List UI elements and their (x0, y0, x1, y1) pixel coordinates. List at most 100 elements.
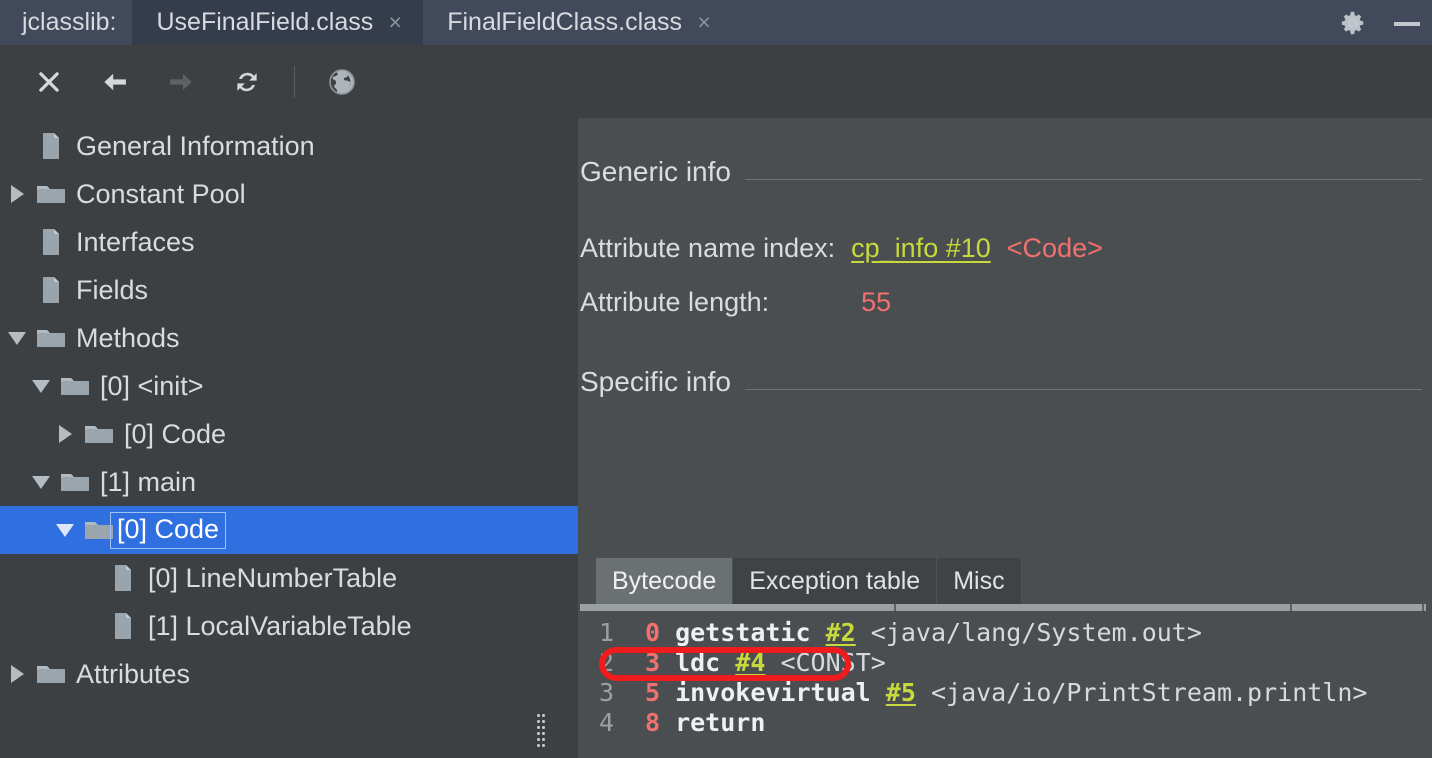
attribute-name-index-row: Attribute name index: cp_info #10 <Code> (580, 233, 1103, 264)
tree-node[interactable]: [0] <init> (0, 362, 578, 410)
bytecode-offset: 8 (644, 708, 660, 737)
scroll-mark (1422, 604, 1424, 611)
tree-node[interactable]: General Information (0, 122, 578, 170)
browse-globe-icon[interactable] (309, 54, 375, 110)
tree-node[interactable]: [0] LineNumberTable (0, 554, 578, 602)
chevron-right-icon[interactable] (48, 425, 82, 443)
tab-label: UseFinalField.class (156, 8, 374, 36)
cp-info-link[interactable]: cp_info #10 (851, 233, 991, 264)
attribute-name-index-label: Attribute name index: (580, 233, 836, 263)
bytecode-row[interactable]: 3 5 invokevirtual #5 <java/io/PrintStream… (578, 678, 1368, 708)
folder-icon (82, 422, 116, 446)
tree-node-label: [1] LocalVariableTable (148, 610, 412, 641)
specific-info-tab[interactable]: Bytecode (596, 558, 734, 604)
tree-node-label: [1] main (100, 466, 197, 497)
bytecode-row[interactable]: 1 0 getstatic #2 <java/lang/System.out> (578, 618, 1367, 648)
bytecode-scrollbar-thumb[interactable] (580, 604, 1426, 611)
attribute-length-label: Attribute length: (580, 287, 770, 317)
tree-node-label: Constant Pool (76, 178, 246, 209)
bytecode-mnemonic: getstatic (675, 618, 811, 647)
bytecode-line-number: 2 (598, 648, 614, 677)
specific-info-tab[interactable]: Misc (937, 558, 1022, 604)
tree-node[interactable]: Constant Pool (0, 170, 578, 218)
back-arrow-icon[interactable] (82, 54, 148, 110)
attribute-length-value: 55 (861, 287, 892, 317)
toolbar-separator (294, 65, 295, 98)
tab-close-icon[interactable]: × (696, 11, 712, 34)
splitter-handle[interactable] (537, 714, 547, 750)
tree-node[interactable]: Interfaces (0, 218, 578, 266)
bytecode-scrollbar[interactable] (578, 604, 1432, 612)
window-actions (1338, 0, 1432, 45)
close-icon[interactable] (16, 54, 82, 110)
file-icon (106, 564, 140, 592)
reload-icon[interactable] (214, 54, 280, 110)
scroll-mark (894, 604, 896, 611)
chevron-down-icon[interactable] (24, 475, 58, 489)
file-icon (34, 228, 68, 256)
tree-node[interactable]: Fields (0, 266, 578, 314)
tree-node-label: Fields (76, 274, 149, 305)
tree-node[interactable]: [1] LocalVariableTable (0, 602, 578, 650)
tree-node-label: [0] Code (124, 418, 227, 449)
gear-icon[interactable] (1338, 8, 1368, 38)
generic-info-section-header: Generic info (580, 156, 1428, 188)
tab-finalfieldclass-class[interactable]: FinalFieldClass.class × (423, 0, 732, 45)
file-icon (106, 612, 140, 640)
specific-info-tabs: Bytecode Exception table Misc (596, 558, 1022, 604)
bytecode-listing[interactable]: 10 getstatic #2 <java/lang/System.out> 2 3… (578, 618, 1368, 738)
folder-icon (34, 326, 68, 350)
constant-pool-reference-link[interactable]: #4 (735, 648, 765, 677)
tool-window-title-label: jclasslib: (22, 8, 117, 36)
tab-close-icon[interactable]: × (387, 11, 403, 34)
section-rule (744, 178, 1422, 180)
specific-info-section-header: Specific info (580, 366, 1428, 398)
navigation-toolbar (0, 45, 1432, 118)
tree-node[interactable]: Methods (0, 314, 578, 362)
chevron-down-icon[interactable] (48, 523, 82, 537)
tree-node-label: Attributes (76, 658, 191, 689)
bytecode-line-number: 1 (598, 618, 614, 647)
generic-info-title: Generic info (580, 156, 731, 187)
tool-window-title: jclasslib: (0, 0, 133, 45)
tree-node[interactable]: [0] Code (0, 506, 578, 554)
constant-pool-reference-link[interactable]: #2 (826, 618, 856, 647)
specific-info-tab-label: Misc (953, 566, 1005, 595)
minimize-icon[interactable] (1394, 20, 1420, 26)
specific-info-title: Specific info (580, 366, 731, 397)
bytecode-row[interactable]: 4 8 return (578, 708, 1367, 738)
bytecode-line-number: 4 (598, 708, 614, 737)
section-rule (744, 388, 1422, 390)
main-split: General Information Constant Pool Interfac… (0, 118, 1432, 758)
chevron-right-icon[interactable] (0, 185, 34, 203)
tree-node-label: Methods (76, 322, 180, 353)
constant-pool-reference-link[interactable]: #5 (886, 678, 916, 707)
bytecode-offset: 0 (644, 618, 660, 647)
file-icon (34, 276, 68, 304)
bytecode-descriptor: <java/lang/System.out> (870, 618, 1202, 647)
bytecode-descriptor: <CONST> (780, 648, 886, 677)
chevron-down-icon[interactable] (24, 379, 58, 393)
tree-node-label: [0] Code (110, 511, 227, 549)
specific-info-tab-label: Exception table (749, 566, 921, 595)
folder-icon (34, 182, 68, 206)
class-structure-tree: General Information Constant Pool Interfac… (0, 118, 578, 698)
bytecode-offset: 3 (644, 648, 660, 677)
bytecode-panel: 10 getstatic #2 <java/lang/System.out> 2 3… (578, 604, 1432, 758)
tree-node[interactable]: Attributes (0, 650, 578, 698)
tree-node-label: General Information (76, 130, 315, 161)
tree-node[interactable]: [0] Code (0, 410, 578, 458)
bytecode-row[interactable]: 2 3 ldc #4 <CONST> (578, 648, 1367, 678)
bytecode-line-number: 3 (598, 678, 614, 707)
chevron-right-icon[interactable] (0, 665, 34, 683)
bytecode-mnemonic: ldc (675, 648, 721, 677)
tree-node[interactable]: [1] main (0, 458, 578, 506)
tab-bar: jclasslib: UseFinalField.class × FinalFi… (0, 0, 1432, 45)
file-icon (34, 132, 68, 160)
tab-label: FinalFieldClass.class (447, 8, 683, 36)
folder-icon (58, 374, 92, 398)
specific-info-tab[interactable]: Exception table (733, 558, 938, 604)
tab-usefinalfield-class[interactable]: UseFinalField.class × (132, 0, 424, 45)
scroll-mark (1290, 604, 1292, 611)
chevron-down-icon[interactable] (0, 331, 34, 345)
